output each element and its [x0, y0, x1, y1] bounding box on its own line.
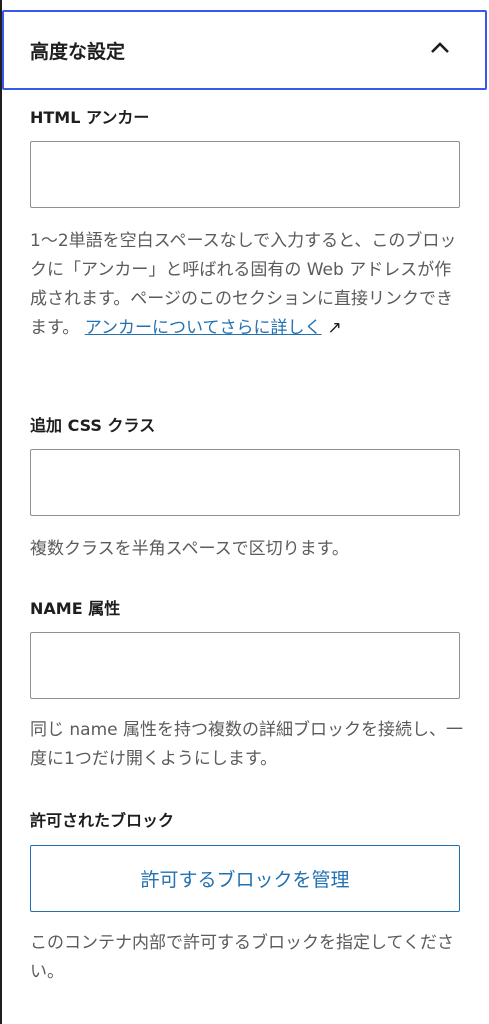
anchor-help-link[interactable]: アンカーについてさらに詳しく — [85, 318, 322, 338]
panel-title: 高度な設定 — [30, 40, 126, 63]
name-attr-label: NAME 属性 — [30, 599, 121, 618]
advanced-settings-panel-toggle[interactable]: 高度な設定 — [2, 10, 487, 90]
manage-allowed-blocks-button[interactable]: 許可するブロックを管理 — [30, 845, 460, 912]
css-class-label: 追加 CSS クラス — [30, 416, 156, 435]
sidebar-left-border — [0, 0, 2, 1024]
allowed-blocks-label: 許可されたブロック — [30, 811, 175, 830]
chevron-up-icon — [431, 42, 449, 53]
name-attr-help: 同じ name 属性を持つ複数の詳細ブロックを接続し、一度に1つだけ開くようにし… — [30, 720, 464, 769]
name-attr-input[interactable] — [30, 632, 460, 699]
allowed-blocks-help: このコンテナ内部で許可するブロックを指定してください。 — [30, 933, 454, 982]
anchor-help: 1〜2単語を空白スペースなしで入力すると、このブロックに「アンカー」と呼ばれる固… — [30, 227, 466, 343]
anchor-input[interactable] — [30, 141, 460, 208]
css-class-input[interactable] — [30, 449, 460, 516]
anchor-label: HTML アンカー — [30, 108, 150, 127]
css-class-help: 複数クラスを半角スペースで区切ります。 — [30, 539, 349, 559]
external-link-icon: ↗ — [327, 318, 342, 338]
